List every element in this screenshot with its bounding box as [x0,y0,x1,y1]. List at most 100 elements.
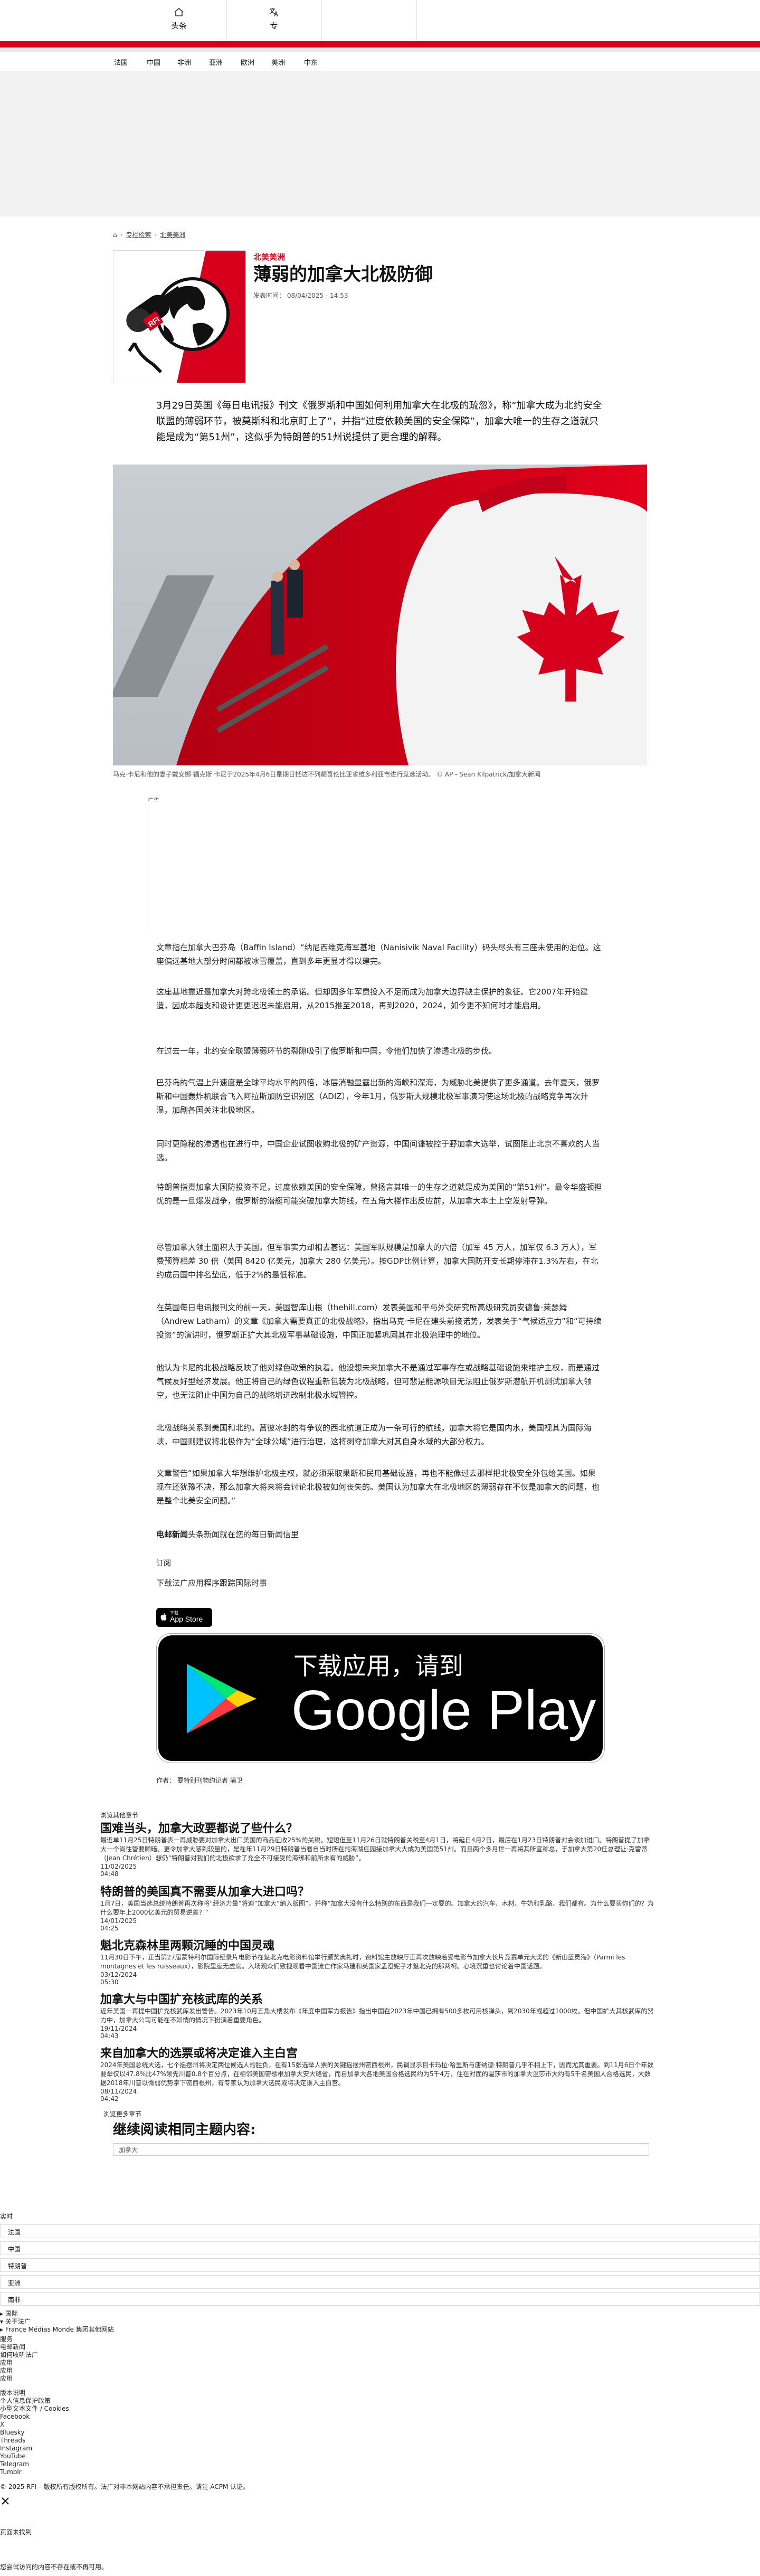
live-label[interactable]: 实时 [0,2213,13,2221]
section-link[interactable]: 中国 [147,57,160,67]
related-article-title[interactable]: 加拿大与中国扩充核武库的关系 [100,1990,654,2007]
topic-search-field[interactable]: 加拿大 [113,2143,649,2156]
body-paragraph: 巴芬岛的气温上升速度是全球平均水平的四倍，冰层消融显露出新的海峡和深海，为威胁北… [156,1078,600,1115]
topic-button[interactable]: 中国 [0,2241,760,2255]
related-article-time: 04:25 [100,1925,119,1932]
tumblr-link[interactable]: Tumblr [0,2468,69,2476]
related-article-title[interactable]: 国难当头，加拿大政要都说了些什么？ [100,1819,654,1836]
newsletter-promo-bold: 电邮新闻 [156,1530,188,1539]
instagram-link[interactable]: Instagram [0,2445,69,2452]
nav-docs-label: 专 [270,21,278,31]
topic-search-value: 加拿大 [119,2146,138,2154]
section-link[interactable]: 非洲 [177,57,191,67]
topic-button-label: 中国 [8,2246,21,2253]
ad-slot [148,801,307,933]
body-paragraph: 北极战略关系到美国和北约。莒彼冰封的有争议的西北航道正成为一条可行的航线，加拿大… [156,1423,592,1446]
body-paragraph: 他认为卡尼的北极战略反映了他对绿色政策的执着。他设想未来加拿大不是通过军事存在或… [156,1363,600,1400]
body-paragraph: 特朗普指责加拿大国防投资不足，过度依赖美国的安全保障，曾扬言其唯一的生存之道就是… [156,1182,602,1206]
footer-link[interactable]: ▸ 国际 [0,2310,114,2318]
footer-links-group: 版本说明 个人信息保护政策 小型文本文件 / Cookies Facebook … [0,2389,69,2476]
related-article-summary: 近年美国一再提中国扩充核武库发出警告。2023年10月五角大楼发布《年度中国军力… [100,2007,654,2024]
related-article[interactable]: 特朗普的美国真不需要从加拿大进口吗？ 1月7日，美国当选总统特朗普再次称将“经济… [100,1882,654,1932]
topic-button[interactable]: 南非 [0,2292,760,2306]
article-kicker[interactable]: 北美美洲 [253,251,285,262]
ad-banner [0,71,760,216]
topic-button[interactable]: 亚洲 [0,2275,760,2289]
topic-button-label: 亚洲 [8,2279,21,2287]
telegram-link[interactable]: Telegram [0,2460,69,2468]
article-lede: 3月29日英国《每日电讯报》刊文《俄罗斯和中国如何利用加拿大在北极的疏忽》，称“… [156,400,602,443]
footer-link[interactable]: 电邮新闻 [0,2343,38,2351]
x-link[interactable]: X [0,2421,69,2429]
publish-time: 发表时间： 08/04/2025 - 14:53 [253,292,348,299]
bluesky-link[interactable]: Bluesky [0,2429,69,2437]
section-link[interactable]: 欧洲 [241,57,254,67]
section-link[interactable]: 亚洲 [209,57,223,67]
breadcrumb-link[interactable]: ​专栏检索 [126,231,151,239]
section-link[interactable]: 中东 [304,57,318,67]
facebook-link[interactable]: Facebook [0,2413,69,2421]
nav-docs[interactable]: 专 [226,0,322,41]
related-article-title[interactable]: 来自加拿大的选票或将决定谁入主白宫 [100,2044,654,2061]
related-article-title[interactable]: 魁北克森林里两颗沉睡的中国灵魂 [100,1936,654,1953]
footer-link[interactable]: 应用 [0,2359,38,2367]
newsletter-promo-text: 头条新闻就在您的每日新闻信里 [188,1530,299,1539]
newsletter-promo: 电邮新闻头条新闻就在您的每日新闻信里 [156,1528,603,1541]
article-photo [113,465,647,765]
youtube-link[interactable]: YouTube [0,2452,69,2460]
app-store-label: App Store [170,1615,203,1623]
nav-empty-2[interactable] [416,0,511,41]
topic-button[interactable]: 法国 [0,2224,760,2238]
related-article-time: 04:42 [100,2095,119,2103]
subscribe-button[interactable]: 订阅 [156,1558,171,1568]
not-found-message: 您尝试访问的内容不存在或不再可用。 [0,2563,108,2571]
related-topics-title: 继续阅读相同主题内容: [113,2122,256,2138]
google-play-icon [187,1664,256,1734]
close-icon[interactable] [1,2497,10,2505]
nav-empty-1[interactable] [321,0,417,41]
footer-link[interactable]: 小型文本文件 / Cookies [0,2405,69,2413]
app-store-button[interactable]: 下载 App Store [156,1608,212,1627]
more-sections-link[interactable]: 浏览更多章节 [103,2109,141,2118]
apple-icon [160,1613,167,1621]
nav-home[interactable]: 头条 [131,0,227,41]
footer-link[interactable]: ▸ France Médias Monde 集团其他网站 [0,2326,114,2334]
home-icon[interactable]: ⌂ [113,231,117,239]
topic-button-label: 南非 [8,2296,21,2304]
footer-link[interactable]: 如何收听法广 [0,2351,38,2359]
copyright: © 2025 RFI – 版权所有版权所有。法广对非本网站内容不承担责任。请注 … [0,2483,250,2490]
footer-link[interactable]: 服务 [0,2335,38,2343]
topic-button-label: 法国 [8,2229,21,2236]
footer-link[interactable]: 应用 [0,2367,38,2375]
footer-link[interactable]: 版本说明 [0,2389,69,2397]
photo-caption: 马克·卡尼和他的妻子戴安娜·福克斯·卡尼于2025年4月6日星期日抵达不列颠哥伦… [113,771,541,778]
related-article[interactable]: 魁北克森林里两颗沉睡的中国灵魂 11月30日下午，正当第27届蒙特利尔国际纪录片… [100,1936,654,1986]
related-article-title[interactable]: 特朗普的美国真不需要从加拿大进口吗？ [100,1882,654,1899]
google-play-button[interactable]: 下载应用，请到 Google Play [156,1633,605,1763]
related-article-summary: 11月30日下午，正当第27届蒙特利尔国际纪录片电影节在魁北克电影资料馆举行颁奖… [100,1954,625,1970]
section-link[interactable]: 法国 [114,57,128,67]
footer-links-group: 服务 电邮新闻 如何收听法广 应用 应用 应用 [0,2335,38,2383]
related-article[interactable]: 国难当头，加拿大政要都说了些什么？ 最近单11月25日特朗普表一再威胁要对加拿大… [100,1819,654,1878]
more-sections-label: 浏览其他章节 [100,1812,139,1819]
footer-link[interactable]: 应用 [0,2375,38,2383]
related-article-summary: 2024年美国总统大选，七个摇摆州将决定两位候选人的胜负，在有15张选举人票的关… [100,2061,654,2087]
brand-bar [0,41,760,48]
body-paragraph: 文章指在加拿大巴芬岛（Baffin Island）“纳尼西维克海军基地（Nani… [156,943,601,966]
related-article-date: 14/01/2025 [100,1917,137,1925]
footer-link[interactable]: 个人信息保护政策 [0,2397,69,2405]
body-paragraph: 文章警告“如果加拿大华想维护北极主权，就必须采取果断和民用基础设施，再也不能像过… [156,1469,600,1505]
related-article-date: 03/12/2024 [100,1971,137,1978]
breadcrumb-link[interactable]: ​北美美洲 [160,231,185,239]
article-author: 作者： 要特别刊物约记者 蒲卫 [156,1777,243,1784]
google-play-top-label: 下载应用，请到 [293,1652,463,1680]
related-article[interactable]: 加拿大与中国扩充核武库的关系 近年美国一再提中国扩充核武库发出警告。2023年1… [100,1990,654,2040]
related-article[interactable]: 来自加拿大的选票或将决定谁入主白宫 2024年美国总统大选，七个摇摆州将决定两位… [100,2044,654,2103]
footer-link[interactable]: ▾ 关于法广 [0,2318,114,2326]
topic-button-label: 特朗普 [8,2262,27,2270]
topic-button[interactable]: 特朗普 [0,2258,760,2272]
section-link[interactable]: 美洲 [271,57,285,67]
related-article-time: 04:43 [100,2032,119,2040]
threads-link[interactable]: Threads [0,2437,69,2445]
section-navigation: 法国 中国 非洲 亚洲 欧洲 美洲 中东 [0,53,760,71]
